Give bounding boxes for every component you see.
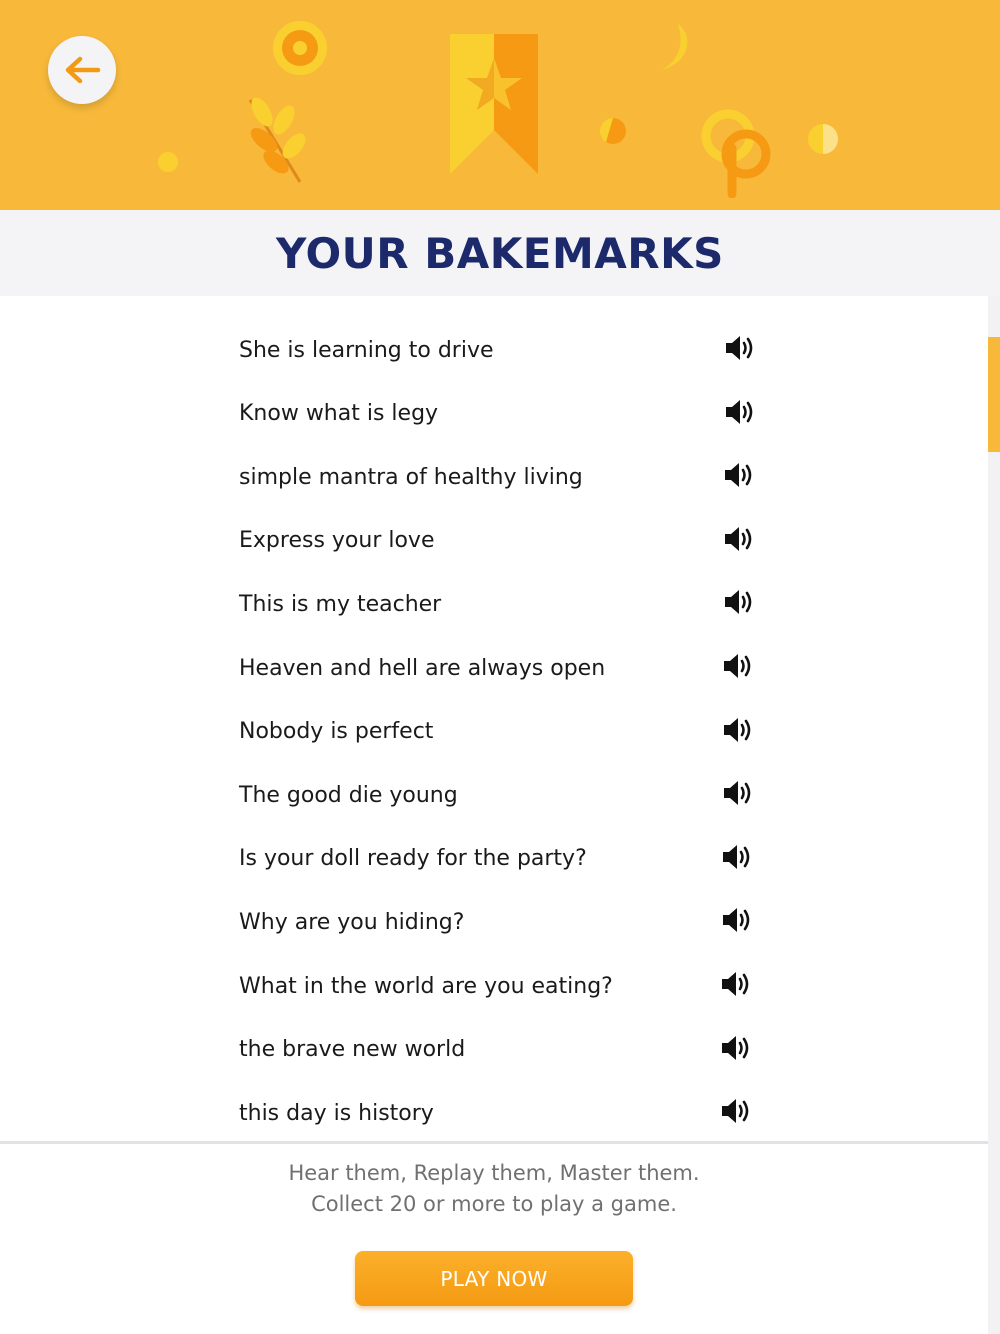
speaker-icon[interactable] bbox=[723, 523, 755, 555]
speaker-icon[interactable] bbox=[724, 396, 756, 428]
speaker-icon[interactable] bbox=[723, 586, 755, 618]
bakemark-row: Why are you hiding? bbox=[239, 902, 759, 942]
speaker-icon[interactable] bbox=[720, 1032, 752, 1064]
bakemark-phrase: the brave new world bbox=[239, 1037, 466, 1063]
speaker-icon[interactable] bbox=[720, 1095, 752, 1127]
bakemark-row: Know what is legy bbox=[239, 394, 759, 434]
speaker-icon[interactable] bbox=[721, 841, 753, 873]
title-band: YOUR BAKEMARKS bbox=[0, 210, 1000, 296]
speaker-icon[interactable] bbox=[722, 650, 754, 682]
speaker-icon[interactable] bbox=[722, 714, 754, 746]
bakemark-row: Is your doll ready for the party? bbox=[239, 839, 759, 879]
speaker-icon[interactable] bbox=[723, 459, 755, 491]
arrow-left-icon bbox=[65, 56, 101, 84]
bakemark-phrase: this day is history bbox=[239, 1100, 434, 1126]
cookie-half-icon bbox=[599, 117, 626, 144]
bakemark-phrase: Heaven and hell are always open bbox=[239, 655, 606, 681]
bakemark-phrase: Is your doll ready for the party? bbox=[239, 846, 587, 872]
bakemark-row: Heaven and hell are always open bbox=[239, 648, 759, 688]
bakemark-row: This is my teacher bbox=[239, 584, 759, 624]
bakemark-phrase: simple mantra of healthy living bbox=[239, 464, 583, 490]
bakemark-row: Nobody is perfect bbox=[239, 712, 759, 752]
bakemark-list: She is learning to drive Know what is leg… bbox=[0, 296, 988, 1142]
divider bbox=[0, 1141, 988, 1144]
donut-icon bbox=[273, 21, 327, 75]
page-title: YOUR BAKEMARKS bbox=[276, 228, 724, 278]
speaker-icon[interactable] bbox=[724, 332, 756, 364]
bakemark-row: the brave new world bbox=[239, 1030, 759, 1070]
speaker-icon[interactable] bbox=[721, 904, 753, 936]
bakemark-row: The good die young bbox=[239, 775, 759, 815]
bakemark-phrase: Nobody is perfect bbox=[239, 719, 434, 745]
bakemark-row: Express your love bbox=[239, 521, 759, 561]
bakemark-phrase: Why are you hiding? bbox=[239, 909, 465, 935]
bakemark-row: What in the world are you eating? bbox=[239, 966, 759, 1006]
footer-instruction-line1: Hear them, Replay them, Master them. bbox=[288, 1161, 700, 1185]
bakemark-row: this day is history bbox=[239, 1093, 759, 1133]
crumb-icon bbox=[808, 124, 838, 154]
bakemark-phrase: This is my teacher bbox=[239, 591, 442, 617]
bakemark-phrase: She is learning to drive bbox=[239, 337, 494, 363]
speaker-icon[interactable] bbox=[722, 777, 754, 809]
pretzel-icon bbox=[701, 109, 771, 198]
crumb-icon bbox=[158, 152, 178, 172]
bakemark-phrase: Know what is legy bbox=[239, 401, 439, 427]
header-banner bbox=[0, 0, 1000, 210]
scrollbar-thumb[interactable] bbox=[988, 337, 1000, 452]
bakemark-phrase: What in the world are you eating? bbox=[239, 973, 613, 999]
speaker-icon[interactable] bbox=[720, 968, 752, 1000]
play-now-button[interactable]: PLAY NOW bbox=[355, 1251, 633, 1306]
bookmark-star-icon bbox=[450, 34, 538, 174]
bakemark-phrase: The good die young bbox=[239, 782, 458, 808]
bakemark-phrase: Express your love bbox=[239, 528, 435, 554]
moon-icon bbox=[662, 24, 688, 70]
footer-instruction-line2: Collect 20 or more to play a game. bbox=[311, 1192, 677, 1216]
back-button[interactable] bbox=[48, 36, 116, 104]
bakemark-row: She is learning to drive bbox=[239, 330, 759, 370]
bakemark-row: simple mantra of healthy living bbox=[239, 457, 759, 497]
wheat-icon bbox=[248, 97, 306, 183]
